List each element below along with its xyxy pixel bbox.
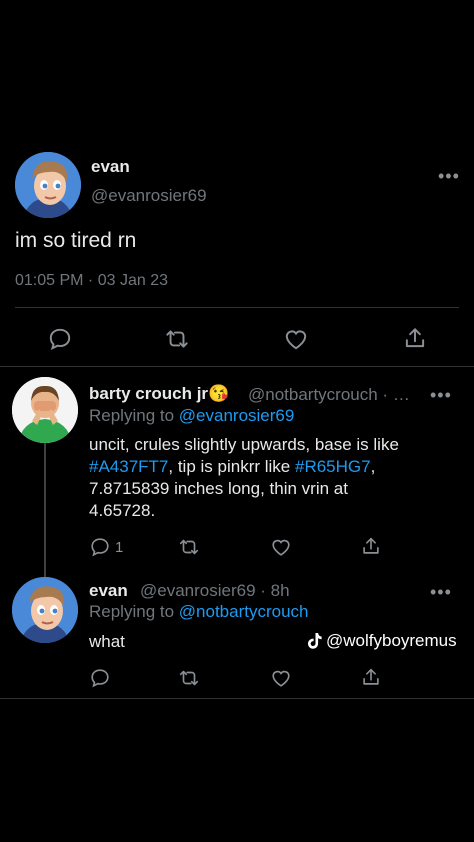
divider	[0, 366, 474, 367]
replying-to-label: Replying to	[89, 406, 179, 425]
reply1-line2: #A437FT7, tip is pinkrr like #R65HG7,	[89, 456, 459, 478]
avatar-evan[interactable]	[12, 577, 78, 643]
reply-icon[interactable]	[47, 326, 73, 352]
retweet-icon[interactable]	[177, 667, 201, 689]
retweet-icon[interactable]	[177, 536, 201, 558]
watermark-username: @wolfyboyremus	[326, 631, 457, 650]
hashtag-link[interactable]: #R65HG7	[295, 457, 371, 476]
replying-to-handle[interactable]: @evanrosier69	[179, 406, 295, 425]
hashtag-link[interactable]: #A437FT7	[89, 457, 168, 476]
reply1-text: uncit, crules slightly upwards, base is …	[89, 434, 459, 522]
avatar-barty[interactable]	[12, 377, 78, 443]
thread-line	[44, 442, 46, 578]
share-icon[interactable]	[360, 535, 382, 557]
more-horizontal-icon[interactable]: •••	[430, 583, 452, 601]
more-horizontal-icon[interactable]: •••	[438, 167, 460, 185]
like-icon[interactable]	[270, 667, 292, 689]
retweet-icon[interactable]	[163, 326, 191, 352]
reply1-line3: 7.8715839 inches long, thin vrin at	[89, 479, 348, 498]
tiktok-icon	[307, 632, 323, 650]
watermark: @wolfyboyremus	[307, 631, 457, 651]
share-icon[interactable]	[360, 666, 382, 688]
reply2-replying-to-line: Replying to @notbartycrouch	[89, 602, 309, 622]
reply2-display-name[interactable]: evan	[89, 581, 128, 601]
divider	[0, 698, 474, 699]
reply1-line4: 4.65728.	[89, 501, 156, 520]
more-horizontal-icon[interactable]: •••	[430, 386, 452, 404]
reply2-handle[interactable]: @evanrosier69 · 8h	[140, 581, 290, 601]
like-icon[interactable]	[270, 536, 292, 558]
avatar-image	[12, 577, 78, 643]
text-span: ,	[370, 457, 376, 476]
reply2-text: what	[89, 632, 125, 651]
share-icon[interactable]	[402, 325, 428, 351]
main-tweet-handle[interactable]: @evanrosier69	[91, 186, 207, 206]
main-tweet-display-name[interactable]: evan	[91, 157, 130, 177]
avatar-image	[15, 152, 81, 218]
text-span: , tip is pinkrr like	[168, 457, 295, 476]
like-icon[interactable]	[283, 326, 309, 352]
main-tweet-text: im so tired rn	[15, 229, 137, 252]
reply1-line1: uncit, crules slightly upwards, base is …	[89, 435, 399, 454]
main-tweet-timestamp[interactable]: 01:05 PM · 03 Jan 23	[15, 272, 168, 290]
reply1-display-name[interactable]: barty crouch jr😘	[89, 384, 229, 404]
reply1-handle[interactable]: @notbartycrouch · …	[248, 385, 410, 405]
reply-icon[interactable]	[89, 536, 111, 558]
reply-icon[interactable]	[89, 667, 111, 689]
reply1-replying-to-line: Replying to @evanrosier69	[89, 406, 294, 426]
avatar-evan[interactable]	[15, 152, 81, 218]
avatar-image	[12, 377, 78, 443]
reply-count: 1	[115, 539, 124, 556]
replying-to-handle[interactable]: @notbartycrouch	[179, 602, 309, 621]
replying-to-label: Replying to	[89, 602, 179, 621]
divider	[15, 307, 459, 308]
